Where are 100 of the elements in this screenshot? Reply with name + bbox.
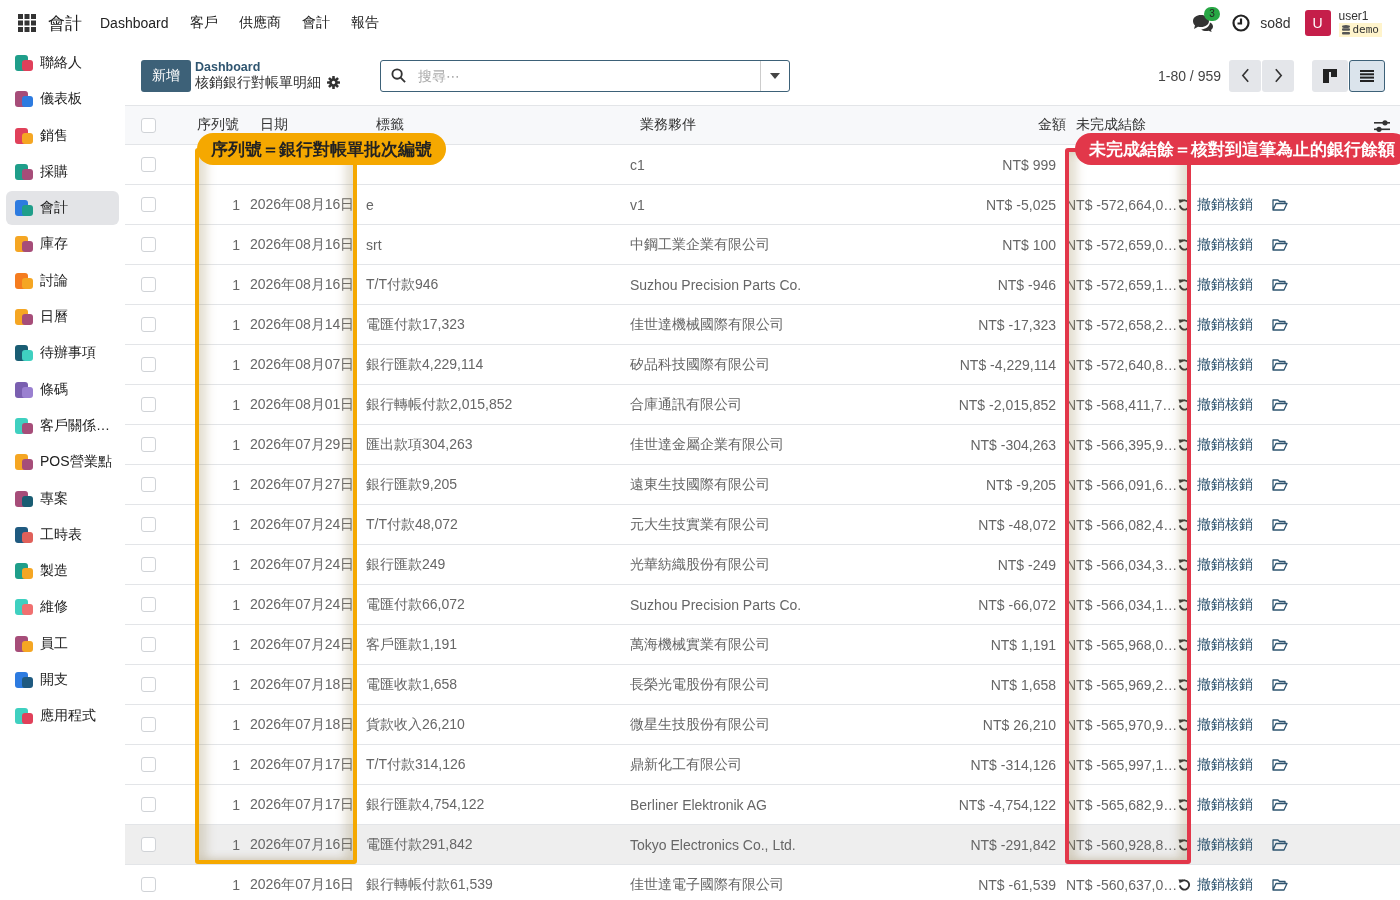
row-checkbox[interactable] — [141, 717, 156, 732]
row-checkbox[interactable] — [141, 757, 156, 772]
new-button[interactable]: 新增 — [141, 59, 191, 92]
select-all-checkbox[interactable] — [141, 117, 156, 133]
next-page-button[interactable] — [1262, 59, 1294, 92]
row-checkbox[interactable] — [141, 357, 156, 372]
sidebar-item[interactable]: 採購 — [6, 154, 119, 189]
folder-icon[interactable] — [1272, 758, 1288, 771]
column-header[interactable]: 業務夥伴 — [640, 116, 930, 134]
unreconcile-link[interactable]: 撤銷核銷 — [1178, 675, 1272, 694]
unreconcile-link[interactable]: 撤銷核銷 — [1178, 595, 1272, 614]
search-input[interactable]: 搜尋⋯ — [416, 66, 760, 85]
pager-value[interactable]: 1-80 / 959 — [1157, 67, 1221, 84]
unreconcile-link[interactable]: 撤銷核銷 — [1178, 635, 1272, 654]
unreconcile-link[interactable]: 撤銷核銷 — [1178, 555, 1272, 574]
folder-icon[interactable] — [1272, 838, 1288, 851]
folder-icon[interactable] — [1272, 318, 1288, 331]
row-checkbox[interactable] — [141, 437, 156, 452]
menu-item[interactable]: Dashboard — [100, 15, 169, 31]
sidebar-item[interactable]: POS營業點 — [6, 445, 119, 480]
sidebar-item[interactable]: 庫存 — [6, 227, 119, 262]
sidebar-item[interactable]: 聯絡人 — [6, 46, 119, 80]
folder-icon[interactable] — [1272, 878, 1288, 891]
unreconcile-link[interactable]: 撤銷核銷 — [1178, 875, 1272, 894]
menu-item[interactable]: 報告 — [350, 14, 379, 32]
folder-icon[interactable] — [1272, 398, 1288, 411]
company-name[interactable]: so8d — [1260, 15, 1291, 31]
row-checkbox[interactable] — [141, 157, 156, 172]
row-checkbox[interactable] — [141, 637, 156, 652]
row-checkbox[interactable] — [141, 477, 156, 492]
row-checkbox[interactable] — [141, 397, 156, 412]
column-header[interactable]: 金額 — [930, 116, 1076, 134]
sidebar-item[interactable]: 應用程式 — [6, 699, 119, 734]
row-checkbox[interactable] — [141, 557, 156, 572]
folder-icon[interactable] — [1272, 518, 1288, 531]
row-checkbox[interactable] — [141, 197, 156, 212]
row-checkbox[interactable] — [141, 797, 156, 812]
sidebar-item[interactable]: 日曆 — [6, 300, 119, 335]
folder-icon[interactable] — [1272, 718, 1288, 731]
folder-icon[interactable] — [1272, 198, 1288, 211]
sidebar-item[interactable]: 專案 — [6, 481, 119, 516]
row-checkbox[interactable] — [141, 677, 156, 692]
clock-icon[interactable] — [1232, 14, 1251, 32]
sidebar-item[interactable]: 待辦事項 — [6, 336, 119, 371]
column-options-icon[interactable] — [1374, 119, 1390, 133]
column-header[interactable]: 未完成結餘 — [1076, 116, 1188, 134]
folder-icon[interactable] — [1272, 638, 1288, 651]
sidebar-item[interactable]: 銷售 — [6, 118, 119, 153]
menu-item[interactable]: 客戶 — [189, 14, 218, 32]
folder-icon[interactable] — [1272, 358, 1288, 371]
kanban-view-button[interactable] — [1312, 59, 1348, 92]
menu-item[interactable]: 會計 — [301, 14, 330, 32]
unreconcile-link[interactable]: 撤銷核銷 — [1178, 475, 1272, 494]
folder-icon[interactable] — [1272, 798, 1288, 811]
sidebar-item[interactable]: 工時表 — [6, 517, 119, 552]
folder-icon[interactable] — [1272, 558, 1288, 571]
row-checkbox[interactable] — [141, 277, 156, 292]
unreconcile-link[interactable]: 撤銷核銷 — [1178, 755, 1272, 774]
user-avatar[interactable]: U — [1304, 10, 1331, 36]
apps-menu-icon[interactable] — [18, 14, 36, 32]
folder-icon[interactable] — [1272, 438, 1288, 451]
folder-icon[interactable] — [1272, 598, 1288, 611]
unreconcile-link[interactable]: 撤銷核銷 — [1178, 315, 1272, 334]
row-checkbox[interactable] — [141, 877, 156, 892]
row-checkbox[interactable] — [141, 837, 156, 852]
row-checkbox[interactable] — [141, 597, 156, 612]
column-header[interactable]: 序列號 — [172, 116, 260, 134]
unreconcile-link[interactable]: 撤銷核銷 — [1178, 715, 1272, 734]
settings-icon[interactable] — [327, 76, 340, 89]
row-checkbox[interactable] — [141, 517, 156, 532]
sidebar-item[interactable]: 條碼 — [6, 372, 119, 407]
app-name[interactable]: 會計 — [48, 11, 82, 35]
column-header[interactable]: 日期 — [260, 116, 376, 134]
menu-item[interactable]: 供應商 — [238, 14, 281, 32]
search-field[interactable]: 搜尋⋯ — [380, 59, 790, 92]
unreconcile-link[interactable]: 撤銷核銷 — [1178, 435, 1272, 454]
row-checkbox[interactable] — [141, 237, 156, 252]
sidebar-item[interactable]: 客戶關係… — [6, 408, 119, 443]
sidebar-item[interactable]: 開支 — [6, 663, 119, 698]
folder-icon[interactable] — [1272, 678, 1288, 691]
unreconcile-link[interactable]: 撤銷核銷 — [1178, 395, 1272, 414]
previous-page-button[interactable] — [1229, 59, 1261, 92]
sidebar-item[interactable]: 儀表板 — [6, 82, 119, 117]
sidebar-item[interactable]: 討論 — [6, 263, 119, 298]
unreconcile-link[interactable]: 撤銷核銷 — [1178, 795, 1272, 814]
unreconcile-link[interactable]: 撤銷核銷 — [1178, 835, 1272, 854]
folder-icon[interactable] — [1272, 238, 1288, 251]
breadcrumb-link[interactable]: Dashboard — [195, 59, 340, 74]
column-header[interactable]: 標籤 — [376, 116, 640, 134]
unreconcile-link[interactable]: 撤銷核銷 — [1178, 275, 1272, 294]
sidebar-item[interactable]: 製造 — [6, 554, 119, 589]
sidebar-item[interactable]: 維修 — [6, 590, 119, 625]
unreconcile-link[interactable]: 撤銷核銷 — [1178, 515, 1272, 534]
folder-icon[interactable] — [1272, 278, 1288, 291]
sidebar-item[interactable]: 員工 — [6, 626, 119, 661]
row-checkbox[interactable] — [141, 317, 156, 332]
sidebar-item[interactable]: 會計 — [6, 191, 119, 226]
folder-icon[interactable] — [1272, 478, 1288, 491]
list-view-button[interactable] — [1349, 59, 1385, 92]
unreconcile-link[interactable]: 撤銷核銷 — [1178, 195, 1272, 214]
